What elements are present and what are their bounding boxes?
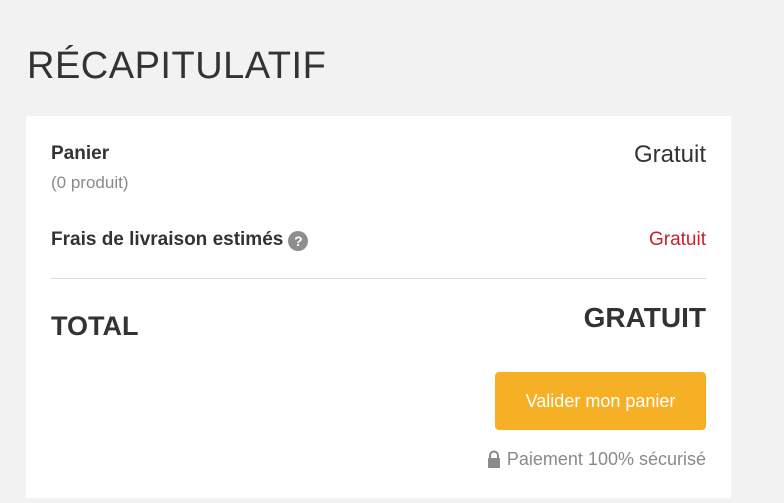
- shipping-label-group: Frais de livraison estimés ?: [51, 228, 309, 252]
- secure-payment-text: Paiement 100% sécurisé: [506, 449, 706, 469]
- shipping-value: Gratuit: [648, 229, 706, 250]
- cart-summary-page: RÉCAPITULATIF Panier (0 produit) Gratuit…: [0, 0, 784, 503]
- shipping-label: Frais de livraison estimés: [51, 229, 284, 250]
- summary-card: Panier (0 produit) Gratuit Frais de livr…: [26, 116, 731, 498]
- divider: [51, 278, 706, 279]
- validate-cart-button[interactable]: Valider mon panier: [495, 372, 706, 430]
- total-row: TOTAL GRATUIT: [51, 302, 706, 342]
- total-label: TOTAL: [51, 311, 139, 341]
- shipping-row: Frais de livraison estimés ? Gratuit: [51, 228, 706, 258]
- lock-icon: [487, 450, 500, 468]
- help-icon[interactable]: ?: [288, 231, 309, 251]
- cart-row: Panier (0 produit) Gratuit: [51, 142, 706, 202]
- cart-label: Panier: [51, 143, 110, 164]
- secure-payment-note: Paiement 100% sécurisé: [487, 448, 706, 470]
- cart-count: (0 produit): [51, 173, 129, 192]
- cart-value: Gratuit: [633, 141, 706, 168]
- page-title: RÉCAPITULATIF: [27, 45, 327, 87]
- total-value: GRATUIT: [583, 302, 706, 333]
